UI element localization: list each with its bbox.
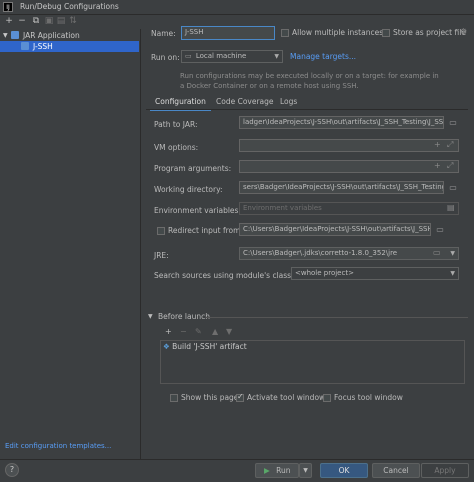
cancel-button[interactable]: Cancel xyxy=(372,463,420,478)
move-down-icon[interactable]: ▼ xyxy=(226,327,232,336)
show-page-label: Show this page xyxy=(181,393,239,402)
chevron-down-icon[interactable]: ▼ xyxy=(148,313,153,320)
edit-templates-link[interactable]: Edit configuration templates... xyxy=(5,442,111,450)
remove-icon[interactable]: − xyxy=(16,15,28,27)
computer-icon: ▭ xyxy=(185,52,192,60)
program-arguments-input[interactable] xyxy=(239,160,459,173)
store-as-file-label: Store as project file xyxy=(393,28,466,37)
name-label: Name: xyxy=(151,29,176,38)
config-tree-panel: ▼ JAR Application J-SSH xyxy=(0,29,141,459)
environment-variables-label: Environment variables: xyxy=(154,206,241,215)
program-arguments-label: Program arguments: xyxy=(154,164,232,173)
run-options-dropdown[interactable]: ▼ xyxy=(299,463,312,478)
before-launch-item[interactable]: ❖ Build 'J-SSH' artifact xyxy=(163,342,247,351)
classpath-label: Search sources using module's classpath: xyxy=(154,271,311,280)
path-to-jar-label: Path to JAR: xyxy=(154,120,198,129)
tree-item-j-ssh[interactable]: J-SSH xyxy=(0,41,139,52)
tree-group-jar-application[interactable]: ▼ JAR Application xyxy=(0,30,139,41)
folder-icon[interactable]: ▭ xyxy=(446,116,460,129)
environment-variables-input[interactable]: Environment variables xyxy=(239,202,459,215)
add-icon[interactable]: + xyxy=(165,327,172,336)
before-launch-item-label: Build 'J-SSH' artifact xyxy=(172,342,247,351)
add-icon[interactable]: + xyxy=(434,140,441,149)
path-to-jar-input[interactable]: ladger\IdeaProjects\J-SSH\out\artifacts\… xyxy=(239,116,444,129)
working-directory-label: Working directory: xyxy=(154,185,223,194)
working-directory-input[interactable]: sers\Badger\IdeaProjects\J-SSH\out\artif… xyxy=(239,181,444,194)
activate-tool-window-label: Activate tool window xyxy=(247,393,326,402)
jre-value: C:\Users\Badger\.jdks\corretto-1.8.0_352… xyxy=(243,249,398,257)
redirect-input-checkbox[interactable] xyxy=(157,227,165,235)
focus-tool-window-label: Focus tool window xyxy=(334,393,403,402)
expand-icon[interactable]: ⤢ xyxy=(447,161,453,171)
edit-icon[interactable]: ▤ xyxy=(447,203,455,212)
config-toolbar: + − ⧉ ▣ ▤ ⇅ xyxy=(0,15,140,29)
jre-select[interactable]: C:\Users\Badger\.jdks\corretto-1.8.0_352… xyxy=(239,247,459,260)
redirect-input-field[interactable]: C:\Users\Badger\IdeaProjects\J-SSH\out\a… xyxy=(239,223,431,236)
before-launch-divider xyxy=(206,317,468,318)
apply-button[interactable]: Apply xyxy=(421,463,469,478)
vm-options-input[interactable] xyxy=(239,139,459,152)
chevron-down-icon[interactable]: ▼ xyxy=(3,30,8,41)
run-on-value: Local machine xyxy=(195,52,247,60)
run-icon: ▶ xyxy=(264,466,270,475)
tree-item-label: J-SSH xyxy=(33,42,53,51)
show-page-checkbox[interactable] xyxy=(170,394,178,402)
chevron-down-icon: ▼ xyxy=(450,250,455,257)
before-launch-title: Before launch xyxy=(158,312,210,321)
allow-multiple-checkbox[interactable] xyxy=(281,29,289,37)
save-icon[interactable]: ▣ xyxy=(43,15,55,27)
window-title: Run/Debug Configurations xyxy=(20,2,119,11)
add-icon[interactable]: + xyxy=(3,15,15,27)
allow-multiple-label: Allow multiple instances xyxy=(292,28,384,37)
jar-application-icon xyxy=(11,31,19,39)
vm-options-label: VM options: xyxy=(154,143,199,152)
edit-icon[interactable]: ✎ xyxy=(195,327,202,336)
help-button[interactable]: ? xyxy=(5,463,19,477)
jar-application-icon xyxy=(21,42,29,50)
footer-divider xyxy=(0,459,474,460)
artifact-icon: ❖ xyxy=(163,342,170,351)
manage-targets-link[interactable]: Manage targets... xyxy=(290,52,356,61)
folder-icon[interactable]: ▤ xyxy=(55,15,67,27)
move-up-icon[interactable]: ▲ xyxy=(212,327,218,336)
redirect-input-label: Redirect input from: xyxy=(168,226,243,235)
copy-icon[interactable]: ⧉ xyxy=(30,15,42,27)
add-icon[interactable]: + xyxy=(434,161,441,170)
settings-icon[interactable]: ⚙ xyxy=(460,27,467,36)
run-on-hint: Run configurations may be executed local… xyxy=(180,72,439,90)
sort-icon[interactable]: ⇅ xyxy=(67,15,79,27)
classpath-select[interactable]: <whole project> ▼ xyxy=(291,267,459,280)
activate-tool-window-checkbox[interactable] xyxy=(236,392,244,402)
chevron-down-icon: ▼ xyxy=(274,53,279,60)
remove-icon[interactable]: − xyxy=(180,327,187,336)
store-as-file-checkbox[interactable] xyxy=(382,29,390,37)
tab-logs[interactable]: Logs xyxy=(275,95,302,109)
intellij-logo-icon: IJ xyxy=(3,2,13,12)
tree-group-label: JAR Application xyxy=(23,31,80,40)
expand-icon[interactable]: ⤢ xyxy=(447,140,453,150)
name-input[interactable]: J-SSH xyxy=(181,26,275,40)
folder-icon[interactable]: ▭ xyxy=(446,181,460,194)
run-on-label: Run on: xyxy=(151,53,180,62)
jre-label: JRE: xyxy=(154,251,169,260)
focus-tool-window-checkbox[interactable] xyxy=(323,394,331,402)
tab-divider xyxy=(146,109,468,110)
folder-icon[interactable]: ▭ xyxy=(433,248,441,257)
tab-code-coverage[interactable]: Code Coverage xyxy=(211,95,279,109)
chevron-down-icon: ▼ xyxy=(450,270,455,277)
ok-button[interactable]: OK xyxy=(320,463,368,478)
run-button[interactable]: ▶ Run xyxy=(255,463,299,478)
folder-icon[interactable]: ▭ xyxy=(433,223,447,236)
run-on-select[interactable]: ▭ Local machine ▼ xyxy=(181,50,283,63)
run-button-label: Run xyxy=(276,466,291,475)
classpath-value: <whole project> xyxy=(295,269,354,277)
